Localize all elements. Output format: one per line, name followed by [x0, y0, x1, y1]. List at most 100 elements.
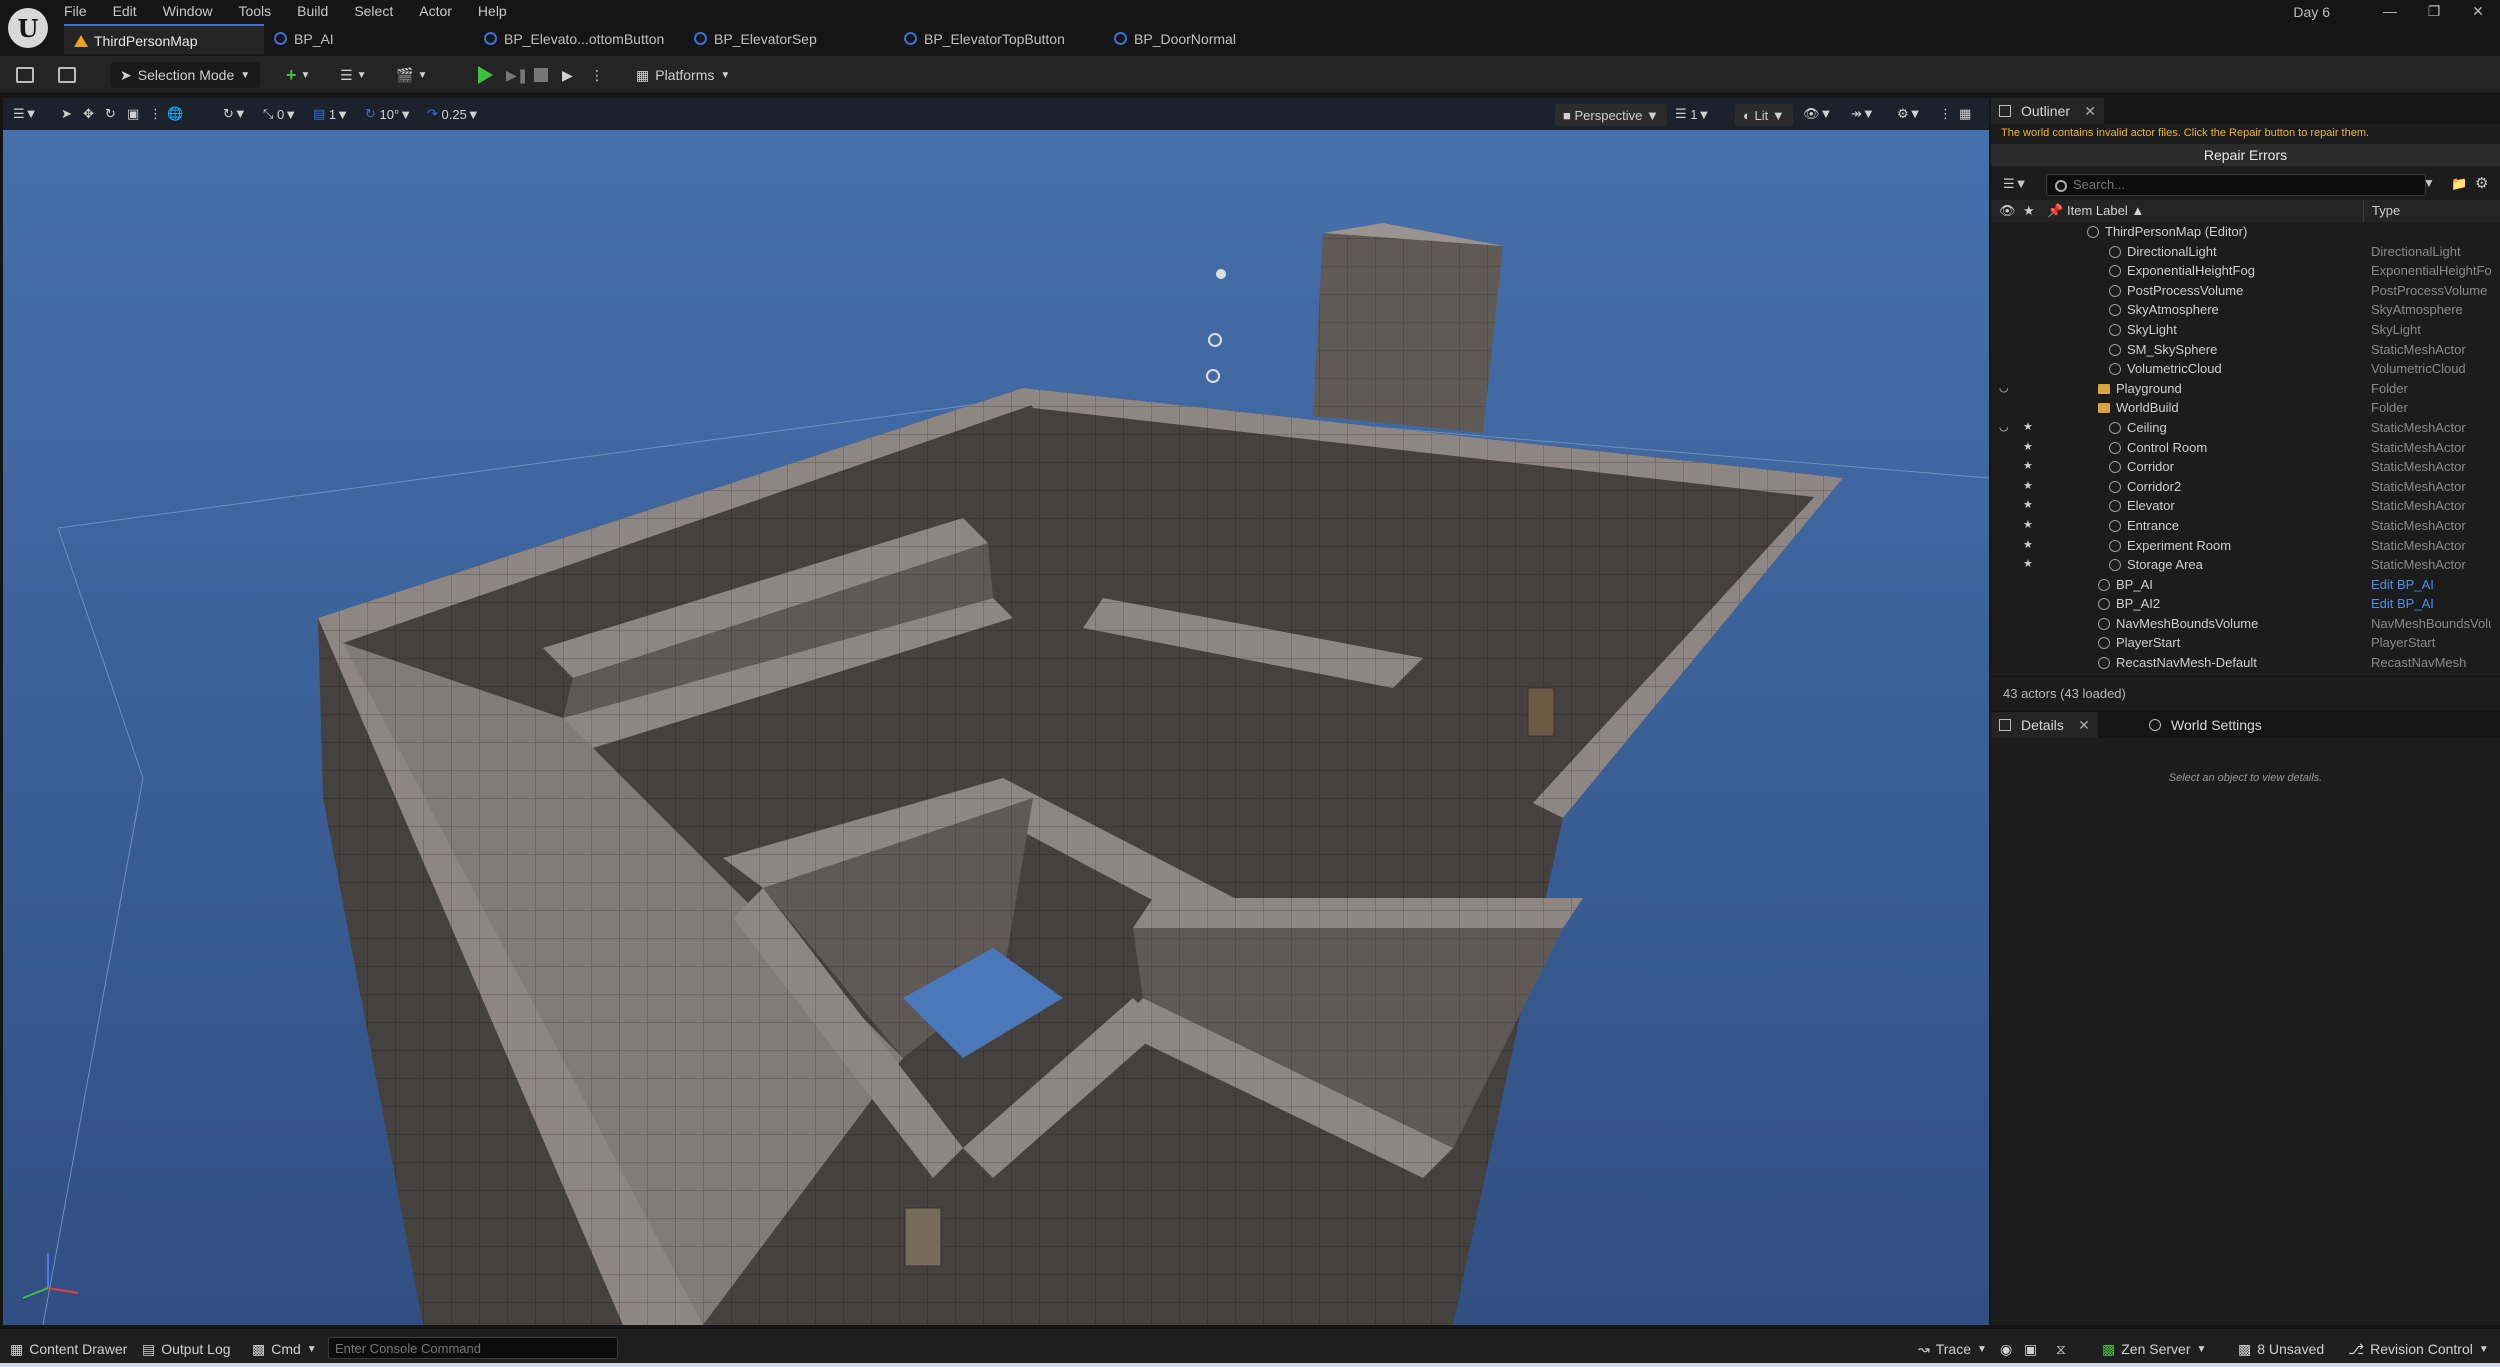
menu-build[interactable]: Build: [297, 0, 328, 22]
grid-snap-value[interactable]: ↷ 0.25 ▼: [427, 104, 480, 124]
angle-snap-value[interactable]: ↻ 10° ▼: [365, 104, 412, 124]
unreal-logo-icon[interactable]: U: [8, 8, 48, 48]
close-icon[interactable]: ✕: [2078, 712, 2090, 738]
eject-icon[interactable]: ▶: [562, 62, 573, 88]
revision-control-dropdown[interactable]: ⎇ Revision Control ▼: [2348, 1339, 2489, 1359]
menu-select[interactable]: Select: [354, 0, 393, 22]
outliner-row[interactable]: ★ Experiment Room StaticMeshActor: [1991, 536, 2500, 556]
platforms-dropdown[interactable]: ▦ Platforms ▼: [636, 62, 730, 88]
pinned-icon[interactable]: ★: [2023, 438, 2033, 458]
realtime-icon[interactable]: ↠▼: [1851, 104, 1875, 124]
lock-column-icon[interactable]: 📌: [2047, 200, 2063, 222]
tab-thirdpersonmap[interactable]: ThirdPersonMap: [64, 24, 264, 54]
outliner-row[interactable]: ★ Corridor StaticMeshActor: [1991, 457, 2500, 477]
pinned-icon[interactable]: ★: [2023, 555, 2033, 575]
save-icon[interactable]: [16, 62, 34, 88]
surface-snap-value[interactable]: ▤ 1 ▼: [313, 104, 349, 124]
output-log-button[interactable]: ▤ Output Log: [142, 1339, 231, 1359]
layout-icon[interactable]: ▦: [1959, 104, 1971, 124]
outliner-row[interactable]: ◡ ★ Ceiling StaticMeshActor: [1991, 418, 2500, 438]
step-forward-icon[interactable]: ▶❚: [506, 62, 529, 88]
blueprint-menu-button[interactable]: ☰ ▼: [340, 62, 366, 88]
tab-bp-elevator-sep[interactable]: BP_ElevatorSep: [684, 24, 894, 54]
outliner-row[interactable]: ★ Storage Area StaticMeshActor: [1991, 555, 2500, 575]
outliner-row[interactable]: ★ Corridor2 StaticMeshActor: [1991, 477, 2500, 497]
layer-dropdown[interactable]: ☰ 1 ▼: [1675, 104, 1710, 124]
outliner-row[interactable]: BP_AI2 Edit BP_AI: [1991, 594, 2500, 614]
outliner-row[interactable]: ★ Entrance StaticMeshActor: [1991, 516, 2500, 536]
outliner-row[interactable]: ★ Control Room StaticMeshActor: [1991, 438, 2500, 458]
translate-tool-icon[interactable]: ✥: [83, 104, 94, 124]
repair-errors-button[interactable]: Repair Errors: [1991, 144, 2500, 166]
tab-world-settings[interactable]: World Settings: [2141, 712, 2296, 738]
pinned-icon[interactable]: ★: [2023, 457, 2033, 477]
restore-icon[interactable]: ❐: [2412, 0, 2456, 22]
level-viewport[interactable]: ☰▼ ➤ ✥ ↻ ▣ ⋮ 🌐 ↻▼ ⤡ 0 ▼ ▤ 1 ▼ ↻ 10° ▼ ↷ 0.2…: [3, 98, 1989, 1325]
outliner-row[interactable]: DirectionalLight DirectionalLight: [1991, 242, 2500, 262]
scale-tool-icon[interactable]: ▣: [127, 104, 139, 124]
world-local-icon[interactable]: 🌐: [167, 104, 183, 124]
scale-snap-value[interactable]: ⤡ 0 ▼: [263, 104, 297, 124]
close-icon[interactable]: ✕: [2456, 0, 2500, 22]
tab-bp-ai[interactable]: BP_AI: [264, 24, 474, 54]
tab-details[interactable]: Details ✕: [1991, 712, 2098, 738]
console-input[interactable]: [329, 1338, 617, 1358]
pinned-icon[interactable]: ★: [2023, 516, 2033, 536]
visibility-column-icon[interactable]: 👁: [1999, 200, 2016, 222]
derived-data-icon[interactable]: ⧖: [2056, 1339, 2066, 1359]
rotate-tool-icon[interactable]: ↻: [105, 104, 116, 124]
tab-bp-door-normal[interactable]: BP_DoorNormal: [1104, 24, 1314, 54]
outliner-row[interactable]: SM_SkySphere StaticMeshActor: [1991, 340, 2500, 360]
rotate-snap-toggle[interactable]: ↻▼: [223, 104, 247, 124]
pinned-icon[interactable]: ★: [2023, 536, 2033, 556]
lit-dropdown[interactable]: ◐ Lit ▼: [1735, 104, 1793, 126]
outliner-row[interactable]: SkyAtmosphere SkyAtmosphere: [1991, 300, 2500, 320]
pinned-icon[interactable]: ★: [2023, 496, 2033, 516]
tab-bp-elevator-bottom-button[interactable]: BP_Elevato...ottomButton: [474, 24, 684, 54]
more-options-icon[interactable]: ⋮: [590, 62, 604, 88]
menu-help[interactable]: Help: [478, 0, 507, 22]
search-input[interactable]: [2073, 177, 2425, 192]
select-tool-icon[interactable]: ➤: [61, 104, 72, 124]
menu-edit[interactable]: Edit: [113, 0, 137, 22]
more-options-icon[interactable]: ⋮: [1939, 104, 1952, 124]
settings-icon[interactable]: ⚙: [2475, 174, 2488, 192]
cmd-dropdown[interactable]: ▩ Cmd ▼: [252, 1339, 317, 1359]
stop-icon[interactable]: [534, 62, 548, 88]
pinned-icon[interactable]: ★: [2023, 418, 2033, 438]
menu-file[interactable]: File: [64, 0, 87, 22]
add-actor-button[interactable]: + ▼: [286, 62, 310, 88]
outliner-row[interactable]: PostProcessVolume PostProcessVolume: [1991, 281, 2500, 301]
browse-icon[interactable]: [58, 62, 76, 88]
chevron-down-icon[interactable]: ▼: [2423, 176, 2435, 190]
minimize-icon[interactable]: —: [2368, 0, 2412, 22]
settings-icon[interactable]: ⚙▼: [1897, 104, 1922, 124]
trace-dropdown[interactable]: ↝ Trace ▼: [1918, 1339, 1987, 1359]
play-button[interactable]: [478, 62, 493, 88]
selection-mode-dropdown[interactable]: ➤ Selection Mode ▼: [110, 62, 261, 88]
outliner-row[interactable]: ExponentialHeightFog ExponentialHeightFog: [1991, 261, 2500, 281]
more-tools-icon[interactable]: ⋮: [149, 104, 162, 124]
outliner-row[interactable]: NavMeshBoundsVolume NavMeshBoundsVolume: [1991, 614, 2500, 634]
edit-blueprint-link[interactable]: Edit BP_AI: [2371, 594, 2491, 614]
tab-bp-elevator-top-button[interactable]: BP_ElevatorTopButton: [894, 24, 1104, 54]
menu-window[interactable]: Window: [163, 0, 213, 22]
type-column[interactable]: Type: [2363, 200, 2400, 222]
cinematics-menu-button[interactable]: 🎬 ▼: [396, 62, 427, 88]
visibility-icon[interactable]: ◡: [1999, 379, 2009, 399]
close-icon[interactable]: ✕: [2084, 98, 2096, 124]
tab-outliner[interactable]: Outliner ✕: [1991, 98, 2105, 124]
menu-actor[interactable]: Actor: [419, 0, 452, 22]
menu-tools[interactable]: Tools: [238, 0, 271, 22]
show-flags-icon[interactable]: 👁▼: [1803, 104, 1832, 124]
outliner-row[interactable]: RecastNavMesh-Default RecastNavMesh: [1991, 653, 2500, 673]
record-icon[interactable]: ◉: [2000, 1339, 2012, 1359]
transform-menu-icon[interactable]: ☰▼: [13, 104, 38, 124]
pinned-icon[interactable]: ★: [2023, 477, 2033, 497]
add-folder-icon[interactable]: 📁: [2451, 176, 2467, 192]
content-drawer-button[interactable]: ▦ Content Drawer: [10, 1339, 127, 1359]
perspective-dropdown[interactable]: ■ Perspective ▼: [1555, 104, 1667, 126]
visibility-icon[interactable]: ◡: [1999, 418, 2009, 438]
outliner-row[interactable]: BP_AI Edit BP_AI: [1991, 575, 2500, 595]
outliner-row[interactable]: PlayerStart PlayerStart: [1991, 633, 2500, 653]
